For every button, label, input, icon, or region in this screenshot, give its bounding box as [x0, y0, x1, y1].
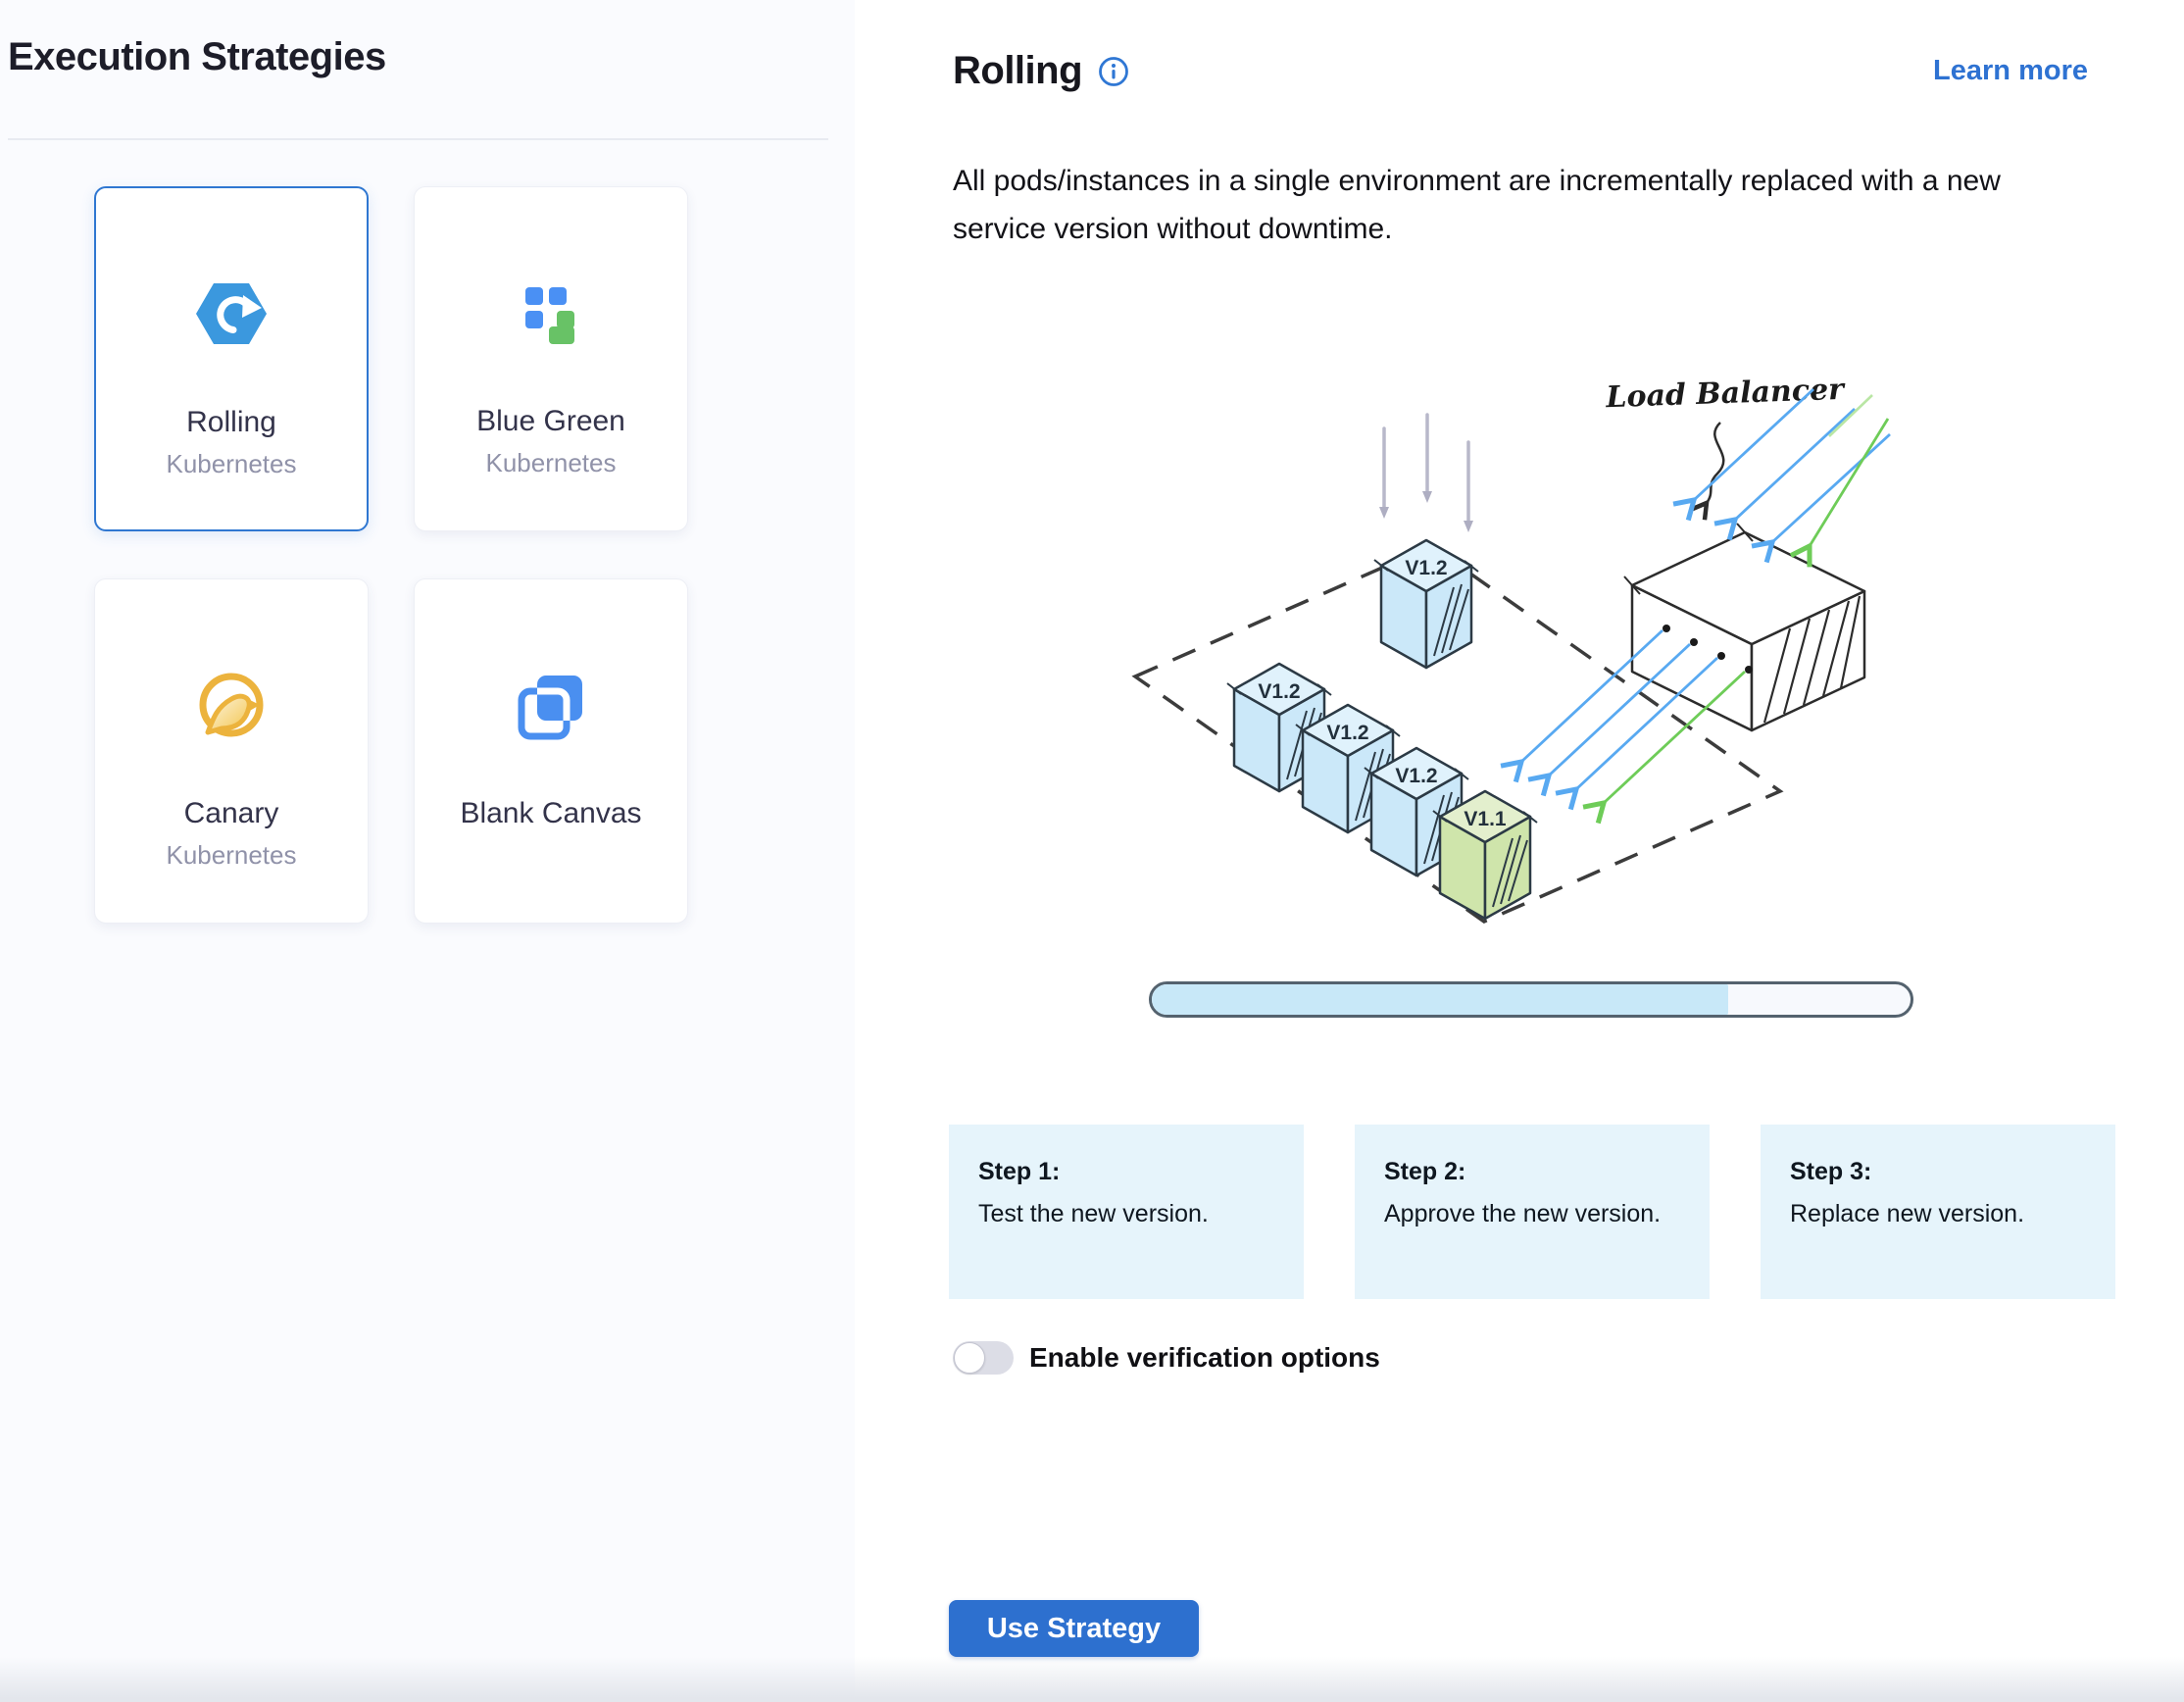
- step-title: Step 2:: [1384, 1158, 1680, 1186]
- strategy-card-rolling[interactable]: Rolling Kubernetes: [94, 186, 369, 531]
- step-card-1: Step 1: Test the new version.: [949, 1125, 1304, 1299]
- divider: [8, 138, 828, 140]
- strategy-card-subtitle: Kubernetes: [167, 840, 297, 871]
- pod-version-label: V1.2: [1405, 557, 1447, 579]
- strategy-card-subtitle: Kubernetes: [486, 448, 617, 478]
- rollout-progress-bar: [1149, 981, 1913, 1018]
- deploy-drop-lines: [1379, 415, 1473, 532]
- pod-version-label: V1.2: [1326, 722, 1368, 744]
- label-pointer-arrow: [1707, 423, 1723, 503]
- rolling-strategy-illustration: Load Balancer: [1117, 338, 1892, 941]
- use-strategy-button[interactable]: Use Strategy: [949, 1600, 1199, 1657]
- canary-bird-icon: [194, 668, 269, 742]
- strategy-card-title: Canary: [184, 797, 279, 830]
- rolling-update-icon: [194, 276, 269, 351]
- strategy-detail-panel: Rolling Learn more All pods/instances in…: [855, 0, 2184, 1702]
- strategy-card-title: Rolling: [186, 406, 276, 439]
- progress-fill: [1152, 984, 1728, 1015]
- strategy-list-panel: Execution Strategies Rolling Kubernetes: [0, 0, 855, 1702]
- strategy-card-canary[interactable]: Canary Kubernetes: [94, 578, 369, 924]
- step-card-3: Step 3: Replace new version.: [1761, 1125, 2115, 1299]
- toggle-knob: [954, 1342, 985, 1374]
- blue-green-icon: [514, 275, 588, 350]
- strategy-card-title: Blank Canvas: [460, 797, 641, 830]
- strategy-cards-grid: Rolling Kubernetes Blue Green Kubern: [94, 186, 688, 924]
- learn-more-link[interactable]: Learn more: [1933, 55, 2088, 87]
- pod-version-label: V1.2: [1395, 765, 1437, 787]
- blank-canvas-icon: [514, 668, 588, 742]
- load-balancer-box: [1624, 524, 1864, 730]
- step-title: Step 1:: [978, 1158, 1274, 1186]
- verification-toggle-label: Enable verification options: [1029, 1342, 1380, 1374]
- detail-title: Rolling: [953, 49, 1082, 93]
- pod-version-label: V1.1: [1464, 808, 1507, 830]
- strategy-card-subtitle: Kubernetes: [167, 449, 297, 479]
- detail-header: Rolling Learn more: [953, 49, 2088, 93]
- step-description: Approve the new version.: [1384, 1200, 1680, 1228]
- step-description: Replace new version.: [1790, 1200, 2086, 1228]
- execution-strategies-screen: Execution Strategies Rolling Kubernetes: [0, 0, 2184, 1702]
- info-icon[interactable]: [1098, 56, 1129, 87]
- verification-toggle-row: Enable verification options: [953, 1341, 1380, 1375]
- incoming-traffic-arrows: [1694, 389, 1890, 546]
- strategy-card-title: Blue Green: [476, 405, 625, 438]
- verification-toggle[interactable]: [953, 1341, 1014, 1375]
- strategy-card-blank-canvas[interactable]: Blank Canvas: [414, 578, 688, 924]
- strategy-card-blue-green[interactable]: Blue Green Kubernetes: [414, 186, 688, 531]
- pod-version-label: V1.2: [1258, 680, 1300, 703]
- pod-new-floating: V1.2: [1374, 540, 1478, 668]
- step-card-2: Step 2: Approve the new version.: [1355, 1125, 1710, 1299]
- strategy-steps: Step 1: Test the new version. Step 2: Ap…: [949, 1125, 2115, 1299]
- step-description: Test the new version.: [978, 1200, 1274, 1228]
- step-title: Step 3:: [1790, 1158, 2086, 1186]
- strategy-description: All pods/instances in a single environme…: [953, 157, 2100, 253]
- page-title: Execution Strategies: [8, 35, 386, 79]
